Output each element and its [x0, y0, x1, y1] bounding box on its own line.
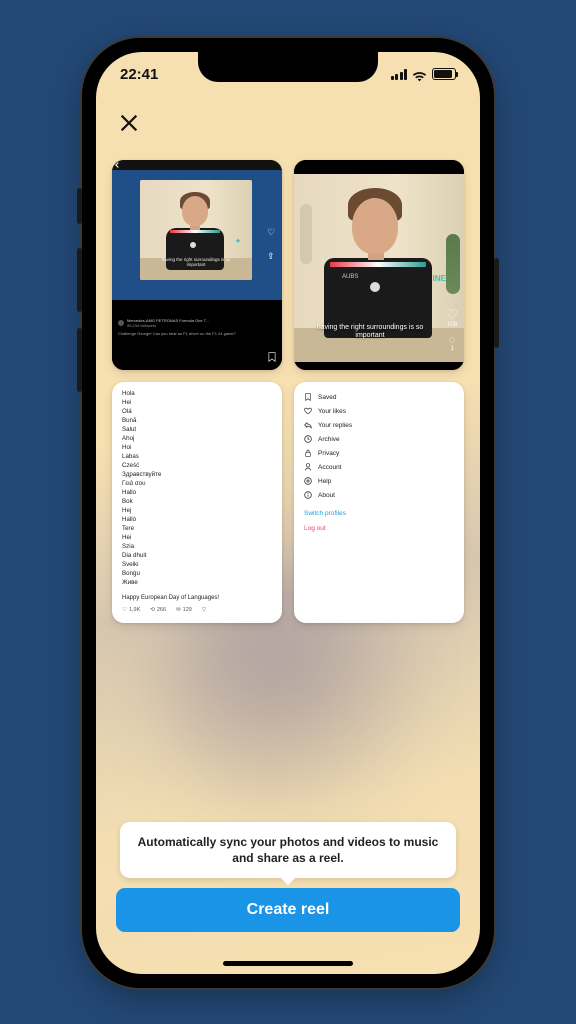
language-item: Hej — [122, 507, 272, 516]
menu-item-your-likes[interactable]: Your likes — [304, 404, 454, 418]
info-icon — [304, 491, 312, 499]
thumb1-desc: Challenge George! Can you beat an F1 dri… — [118, 331, 276, 336]
cellular-icon — [391, 69, 408, 80]
language-item: Hallo — [122, 489, 272, 498]
brand-text-1: AUBS — [342, 274, 358, 280]
menu-item-archive[interactable]: Archive — [304, 432, 454, 446]
user-icon — [304, 463, 312, 471]
language-item: Живе — [122, 579, 272, 588]
post-actions: ♡1,9K ⟲266 ✉129 ▽ — [122, 607, 272, 615]
replies-count: 129 — [183, 607, 192, 615]
menu-item-privacy[interactable]: Privacy — [304, 446, 454, 460]
reposts-count: 266 — [157, 607, 166, 615]
menu-item-saved[interactable]: Saved — [304, 390, 454, 404]
reply-icon: ✉ — [176, 607, 181, 615]
language-item: Hola — [122, 390, 272, 399]
preview-grid: ◆ having the right surroundings is so im… — [112, 160, 464, 623]
likes-count: 1,9K — [129, 607, 140, 615]
language-item: Cześć — [122, 462, 272, 471]
close-icon — [118, 112, 140, 134]
menu-item-label: Your likes — [318, 408, 346, 415]
home-indicator[interactable] — [223, 961, 353, 966]
thumb2-comments: 1 — [446, 346, 458, 352]
language-item: Dia dhuit — [122, 552, 272, 561]
language-item: Szia — [122, 543, 272, 552]
preview-card-video[interactable]: AUBS INE having the right surroundings i… — [294, 160, 464, 370]
back-icon — [115, 162, 121, 168]
screen: 22:41 — [96, 52, 480, 974]
menu-item-label: About — [318, 492, 335, 499]
send-icon: ▽ — [202, 607, 206, 615]
bookmark-icon — [304, 393, 312, 401]
language-item: Здравствуйте — [122, 471, 272, 480]
switch-profiles-link[interactable]: Switch profiles — [304, 510, 454, 517]
silent-switch — [77, 188, 82, 224]
preview-card-menu[interactable]: Saved Your likes Your replies Archive Privac… — [294, 382, 464, 623]
language-item: Bonġu — [122, 570, 272, 579]
repost-icon: ⟲ — [150, 607, 155, 615]
language-item: Labas — [122, 453, 272, 462]
menu-item-label: Help — [318, 478, 331, 485]
language-item: Hei — [122, 534, 272, 543]
heart-icon — [304, 407, 312, 415]
close-button[interactable] — [114, 108, 144, 138]
help-icon — [304, 477, 312, 485]
hint-tooltip: Automatically sync your photos and video… — [120, 822, 456, 878]
language-item: Γειά σου — [122, 480, 272, 489]
menu-item-label: Privacy — [318, 450, 339, 457]
thumb2-stats: ♡ 108 ◌ 1 — [446, 308, 458, 352]
menu-item-account[interactable]: Account — [304, 460, 454, 474]
reply-icon — [304, 421, 312, 429]
like-icon: ♡ — [446, 308, 458, 321]
thumb2-likes: 108 — [446, 322, 458, 328]
wifi-icon — [412, 69, 427, 80]
language-message: Happy European Day of Languages! — [122, 594, 272, 603]
brand-text-2: INE — [433, 274, 446, 283]
preview-card-languages[interactable]: HolaHeiOláBunăSalutAhojHoiLabasCześćЗдра… — [112, 382, 282, 623]
language-item: Sveiki — [122, 561, 272, 570]
heart-icon: ♡ — [122, 607, 127, 615]
language-item: Tere — [122, 525, 272, 534]
menu-item-label: Your replies — [318, 422, 352, 429]
thumb1-caption: having the right surroundings is so impo… — [144, 258, 248, 268]
notch — [198, 52, 378, 82]
battery-icon — [432, 68, 456, 80]
thumb1-sub: 99,234 followers — [127, 323, 209, 328]
volume-up-button — [77, 248, 82, 312]
language-item: Hei — [122, 399, 272, 408]
menu-item-about[interactable]: About — [304, 488, 454, 502]
menu-item-your-replies[interactable]: Your replies — [304, 418, 454, 432]
language-item: Halló — [122, 516, 272, 525]
language-item: Ahoj — [122, 435, 272, 444]
language-item: Bok — [122, 498, 272, 507]
volume-down-button — [77, 328, 82, 392]
comment-icon: ◌ — [446, 334, 458, 346]
thumb1-actions: ♡ ⇪ — [267, 228, 277, 262]
phone-frame: 22:41 — [82, 38, 494, 988]
status-time: 22:41 — [120, 66, 158, 83]
lock-icon — [304, 449, 312, 457]
power-button — [494, 258, 499, 348]
language-item: Bună — [122, 417, 272, 426]
clock-icon — [304, 435, 312, 443]
language-list: HolaHeiOláBunăSalutAhojHoiLabasCześćЗдра… — [122, 390, 272, 588]
language-item: Hoi — [122, 444, 272, 453]
bookmark-icon — [268, 352, 276, 362]
preview-card-post[interactable]: ◆ having the right surroundings is so im… — [112, 160, 282, 370]
menu-item-help[interactable]: Help — [304, 474, 454, 488]
create-reel-button[interactable]: Create reel — [116, 888, 460, 932]
avatar-icon — [118, 320, 124, 326]
menu-item-label: Archive — [318, 436, 340, 443]
menu-item-label: Saved — [318, 394, 336, 401]
language-item: Olá — [122, 408, 272, 417]
log-out-link[interactable]: Log out — [304, 525, 454, 532]
thumb2-caption: having the right surroundings is so impo… — [306, 324, 434, 340]
menu-item-label: Account — [318, 464, 342, 471]
share-icon: ⇪ — [267, 252, 277, 262]
like-icon: ♡ — [267, 228, 277, 238]
menu-list: Saved Your likes Your replies Archive Privac… — [304, 390, 454, 502]
language-item: Salut — [122, 426, 272, 435]
